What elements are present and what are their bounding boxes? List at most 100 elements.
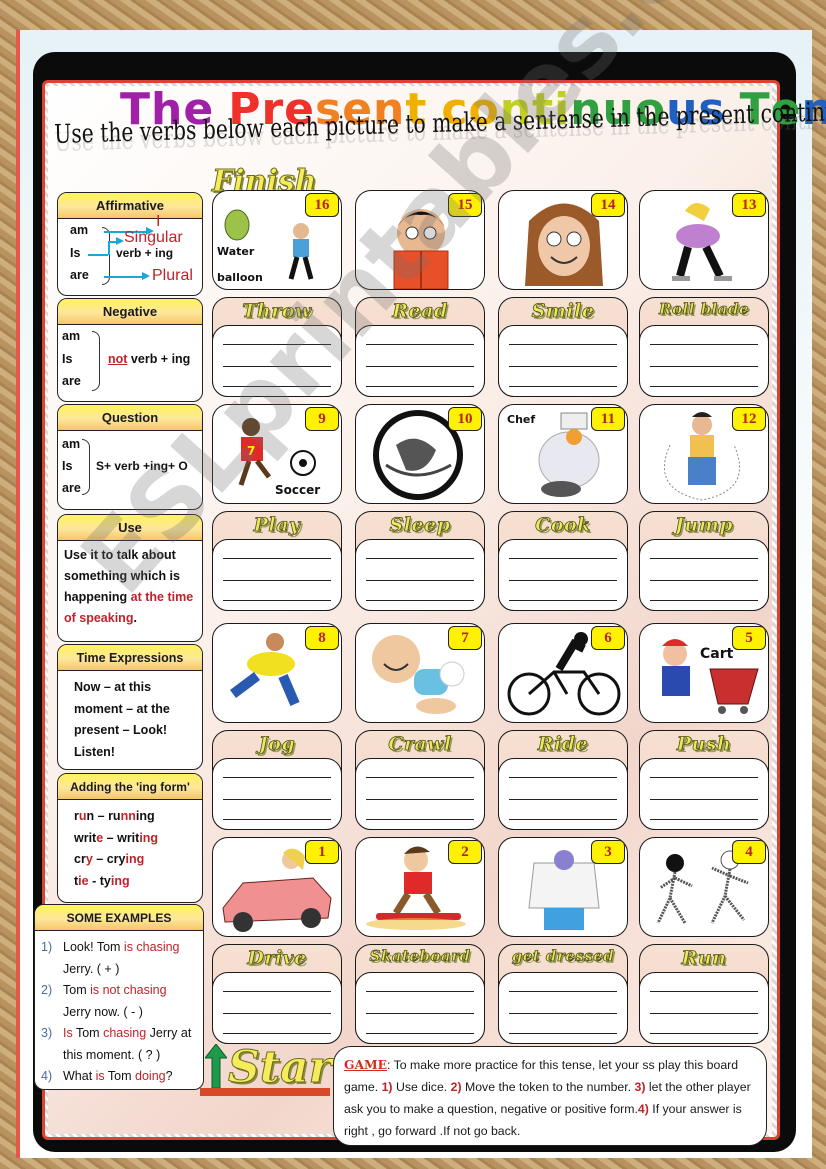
writing-line[interactable]	[366, 1033, 474, 1034]
board-square-14: 14	[498, 190, 628, 290]
writing-line[interactable]	[223, 819, 331, 820]
ing-highlight: ie	[78, 873, 89, 888]
writing-line[interactable]	[223, 558, 331, 559]
answer-lines[interactable]	[212, 539, 342, 611]
game-text: Use dice.	[392, 1080, 451, 1094]
writing-line[interactable]	[366, 600, 474, 601]
writing-line[interactable]	[650, 777, 758, 778]
writing-line[interactable]	[509, 600, 617, 601]
panel-heading: Time Expressions	[58, 645, 202, 671]
writing-line[interactable]	[650, 366, 758, 367]
writing-line[interactable]	[223, 1013, 331, 1014]
answer-lines[interactable]	[498, 758, 628, 830]
writing-line[interactable]	[223, 1033, 331, 1034]
writing-line[interactable]	[223, 580, 331, 581]
writing-line[interactable]	[509, 1013, 617, 1014]
example-text-part: Look! Tom	[63, 940, 124, 954]
answer-lines[interactable]	[212, 325, 342, 397]
answer-lines[interactable]	[212, 758, 342, 830]
writing-line[interactable]	[509, 366, 617, 367]
writing-line[interactable]	[366, 777, 474, 778]
not-word: not	[108, 352, 128, 366]
verb-are: are	[70, 268, 89, 282]
square-number-badge: 13	[732, 193, 766, 217]
writing-line[interactable]	[509, 386, 617, 387]
writing-line[interactable]	[650, 580, 758, 581]
writing-line[interactable]	[366, 580, 474, 581]
answer-lines[interactable]	[355, 972, 485, 1044]
answer-lines[interactable]	[498, 972, 628, 1044]
verb-card: Sleep	[355, 511, 485, 611]
ing-text: ing	[135, 809, 155, 823]
panel-heading: Adding the 'ing form'	[58, 774, 202, 800]
arrow-right-icon	[116, 237, 124, 245]
writing-line[interactable]	[366, 386, 474, 387]
writing-line[interactable]	[223, 777, 331, 778]
answer-lines[interactable]	[212, 972, 342, 1044]
example-item: 3) Is Tom chasing Jerry at this moment. (…	[41, 1023, 197, 1066]
game-step-number: 4)	[637, 1102, 649, 1116]
panel-use: Use Use it to talk about something which…	[57, 514, 203, 642]
writing-line[interactable]	[650, 558, 758, 559]
writing-line[interactable]	[509, 799, 617, 800]
verb-label: Jog	[258, 733, 296, 756]
answer-lines[interactable]	[639, 325, 769, 397]
writing-line[interactable]	[650, 600, 758, 601]
answer-lines[interactable]	[498, 325, 628, 397]
panel-heading: Affirmative	[58, 193, 202, 219]
writing-line[interactable]	[223, 600, 331, 601]
square-number-badge: 9	[305, 407, 339, 431]
verb-label: Push	[676, 733, 732, 756]
writing-line[interactable]	[509, 1033, 617, 1034]
writing-line[interactable]	[366, 1013, 474, 1014]
writing-line[interactable]	[650, 1013, 758, 1014]
answer-lines[interactable]	[498, 539, 628, 611]
writing-line[interactable]	[366, 819, 474, 820]
writing-line[interactable]	[509, 344, 617, 345]
ing-text: –	[103, 830, 118, 845]
ing-highlight: u	[78, 809, 87, 823]
ing-rule-row: tie - tying	[74, 871, 194, 893]
answer-lines[interactable]	[355, 325, 485, 397]
writing-line[interactable]	[223, 366, 331, 367]
writing-line[interactable]	[223, 344, 331, 345]
writing-line[interactable]	[650, 344, 758, 345]
writing-line[interactable]	[366, 344, 474, 345]
writing-line[interactable]	[366, 799, 474, 800]
writing-line[interactable]	[650, 799, 758, 800]
square-number-badge: 14	[591, 193, 625, 217]
answer-lines[interactable]	[639, 539, 769, 611]
verb-am: am	[62, 437, 81, 451]
writing-line[interactable]	[650, 991, 758, 992]
writing-line[interactable]	[650, 1033, 758, 1034]
writing-line[interactable]	[509, 580, 617, 581]
writing-line[interactable]	[509, 558, 617, 559]
ing-text: –	[94, 809, 109, 823]
writing-line[interactable]	[509, 819, 617, 820]
square-number-badge: 10	[448, 407, 482, 431]
square-number-badge: 5	[732, 626, 766, 650]
picture-caption: Cart	[700, 646, 734, 662]
verb-card: Smile	[498, 297, 628, 397]
answer-lines[interactable]	[355, 758, 485, 830]
writing-line[interactable]	[223, 799, 331, 800]
verb-label: Read	[392, 300, 448, 323]
writing-line[interactable]	[509, 777, 617, 778]
square-number-badge: 1	[305, 840, 339, 864]
formula: not verb + ing	[108, 352, 190, 366]
writing-line[interactable]	[650, 386, 758, 387]
writing-line[interactable]	[366, 366, 474, 367]
writing-line[interactable]	[509, 991, 617, 992]
answer-lines[interactable]	[639, 972, 769, 1044]
writing-line[interactable]	[650, 819, 758, 820]
writing-line[interactable]	[366, 558, 474, 559]
arrow-line	[108, 241, 110, 255]
writing-line[interactable]	[223, 386, 331, 387]
writing-line[interactable]	[223, 991, 331, 992]
arrow-line	[104, 276, 142, 278]
answer-lines[interactable]	[639, 758, 769, 830]
verb-are: are	[62, 481, 81, 495]
game-text: Move the token to the number.	[461, 1080, 635, 1094]
writing-line[interactable]	[366, 991, 474, 992]
answer-lines[interactable]	[355, 539, 485, 611]
